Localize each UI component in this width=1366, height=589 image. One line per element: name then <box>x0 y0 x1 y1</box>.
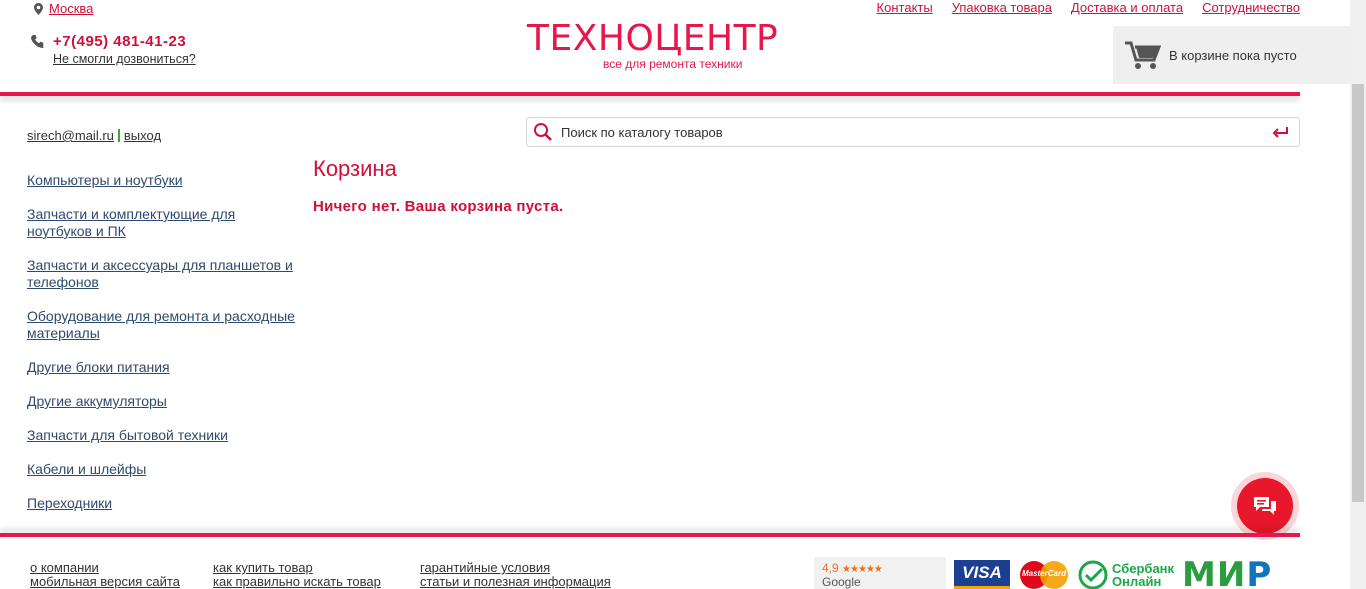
nav-packaging[interactable]: Упаковка товара <box>952 0 1052 15</box>
chat-bubbles-icon <box>1254 497 1276 515</box>
nav-delivery[interactable]: Доставка и оплата <box>1071 0 1183 15</box>
sidebar-item-laptop-parts[interactable]: Запчасти и комплектующие для ноутбуков и… <box>27 206 297 240</box>
google-stars: ★★★★★ <box>842 564 883 575</box>
footer-about-link[interactable]: о компании <box>30 561 180 575</box>
search-bar <box>526 117 1300 147</box>
phone-icon <box>31 35 44 48</box>
city-link[interactable]: Москва <box>49 1 93 16</box>
phone-block: +7(495) 481-41-23 Не смогли дозвониться? <box>30 33 196 66</box>
footer-divider <box>0 533 1300 537</box>
user-email[interactable]: sirech@mail.ru <box>27 128 114 143</box>
footer-col-3: гарантийные условия статьи и полезная ин… <box>420 561 611 589</box>
callback-link[interactable]: Не смогли дозвониться? <box>53 52 196 66</box>
empty-cart-message: Ничего нет. Ваша корзина пуста. <box>313 198 564 215</box>
enter-icon[interactable] <box>1271 125 1291 139</box>
sberbank-online-logo: Сбербанк Онлайн <box>1078 560 1174 589</box>
search-icon[interactable] <box>533 122 553 142</box>
top-nav: Контакты Упаковка товара Доставка и опла… <box>877 0 1300 15</box>
page-title: Корзина <box>313 156 397 181</box>
footer-howtobuy-link[interactable]: как купить товар <box>213 561 381 575</box>
sidebar-item-cables[interactable]: Кабели и шлейфы <box>27 461 297 478</box>
footer-mobile-link[interactable]: мобильная версия сайта <box>30 575 180 589</box>
footer-badges: 4,9 ★★★★★ Google VISA MasterCard Сбербан… <box>814 557 1272 589</box>
logo-tagline: все для ремонта техники <box>603 57 743 71</box>
cart-widget[interactable]: В корзине пока пусто <box>1113 26 1350 84</box>
google-rating-badge[interactable]: 4,9 ★★★★★ Google <box>814 557 946 589</box>
footer-warranty-link[interactable]: гарантийные условия <box>420 561 611 575</box>
sidebar-item-adapters[interactable]: Переходники <box>27 495 297 512</box>
cart-icon <box>1125 41 1161 69</box>
sidebar-item-batteries[interactable]: Другие аккумуляторы <box>27 393 297 410</box>
mir-logo: МИР <box>1182 558 1272 589</box>
city-selector[interactable]: Москва <box>34 1 93 16</box>
search-input[interactable] <box>561 124 1271 140</box>
mastercard-logo: MasterCard <box>1018 559 1070 589</box>
header-divider <box>0 92 1300 96</box>
chat-button[interactable] <box>1231 472 1299 540</box>
phone-number[interactable]: +7(495) 481-41-23 <box>53 33 186 50</box>
sberbank-icon <box>1078 560 1108 589</box>
sidebar-item-appliance-parts[interactable]: Запчасти для бытовой техники <box>27 427 297 444</box>
google-rating-value: 4,9 <box>822 561 839 575</box>
footer-articles-link[interactable]: статьи и полезная информация <box>420 575 611 589</box>
scrollbar-thumb[interactable] <box>1352 84 1364 502</box>
mastercard-text: MasterCard <box>1021 569 1066 578</box>
sidebar-item-power-supplies[interactable]: Другие блоки питания <box>27 359 297 376</box>
user-block: sirech@mail.ru выход <box>27 128 161 143</box>
user-separator <box>117 129 120 142</box>
site-logo[interactable]: ТЕХНОЦЕНТР все для ремонта техники <box>527 18 779 71</box>
location-pin-icon <box>34 2 43 15</box>
category-sidebar: Компьютеры и ноутбуки Запчасти и комплек… <box>27 172 297 529</box>
mir-text-1: МИ <box>1182 555 1247 589</box>
footer-howtosearch-link[interactable]: как правильно искать товар <box>213 575 381 589</box>
sber-line-2: Онлайн <box>1112 574 1162 589</box>
mir-text-2: Р <box>1246 555 1273 589</box>
page-scrollbar[interactable] <box>1350 0 1366 589</box>
footer-col-2: как купить товар как правильно искать то… <box>213 561 381 589</box>
logo-title: ТЕХНОЦЕНТР <box>527 18 779 59</box>
nav-contacts[interactable]: Контакты <box>877 0 933 15</box>
nav-partnership[interactable]: Сотрудничество <box>1202 0 1300 15</box>
google-label: Google <box>822 575 861 589</box>
footer-col-1: о компании мобильная версия сайта <box>30 561 180 589</box>
sidebar-item-tablet-parts[interactable]: Запчасти и аксессуары для планшетов и те… <box>27 257 297 291</box>
chat-button-inner <box>1237 478 1293 534</box>
sidebar-item-computers[interactable]: Компьютеры и ноутбуки <box>27 172 297 189</box>
visa-logo: VISA <box>954 560 1010 589</box>
sidebar-item-repair-equipment[interactable]: Оборудование для ремонта и расходные мат… <box>27 308 297 342</box>
cart-status: В корзине пока пусто <box>1169 47 1297 63</box>
logout-link[interactable]: выход <box>124 128 161 143</box>
